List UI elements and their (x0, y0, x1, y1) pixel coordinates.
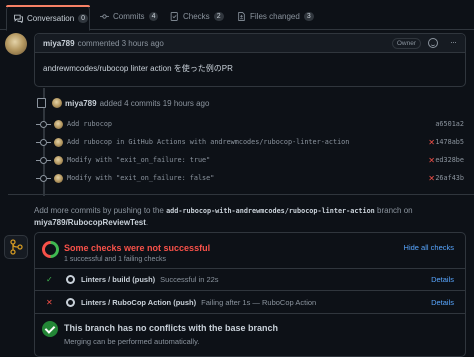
tab-conversation[interactable]: Conversation 0 (6, 5, 90, 31)
check-description: Successful in 22s (160, 275, 219, 284)
head-repo-link[interactable]: miya789/RubocopReviewTest (34, 218, 146, 227)
event-description: added 4 commits 19 hours ago (99, 98, 210, 108)
merge-conflict-subtitle: Merging can be performed automatically. (64, 337, 200, 346)
event-author-avatar[interactable] (52, 98, 62, 108)
check-failure-icon: ✕ (46, 298, 53, 307)
hide-all-checks-link[interactable]: Hide all checks (404, 243, 454, 252)
commit-sha-link[interactable]: ed328be (435, 156, 464, 164)
comment-body: andrewmcodes/rubocop linter action を使った例… (43, 64, 233, 73)
pr-tab-bar: Conversation 0 Commits 4 Checks 2 Files … (0, 0, 474, 31)
git-merge-icon (4, 235, 28, 259)
added-commits-event: miya789 added 4 commits 19 hours ago (37, 96, 209, 110)
repo-push-icon (37, 98, 46, 108)
github-actions-icon (66, 298, 75, 307)
commit-row: Modify with "exit_on_failure: true" ✕ ed… (36, 154, 466, 166)
github-actions-icon (66, 275, 75, 284)
commit-author-avatar[interactable] (54, 119, 63, 129)
git-commit-icon (36, 156, 51, 164)
check-description: Failing after 1s — RuboCop Action (201, 298, 317, 307)
tab-checks-label: Checks (183, 11, 210, 21)
git-commit-icon (36, 174, 51, 182)
comment-timestamp: commented 3 hours ago (77, 38, 164, 48)
git-commit-icon (100, 12, 109, 21)
file-diff-icon (237, 11, 246, 21)
commit-sha-link[interactable]: 1478ab5 (435, 138, 464, 146)
commit-sha-link[interactable]: 26af43b (435, 174, 464, 182)
commit-status-x-icon[interactable]: ✕ (428, 138, 435, 147)
check-circle-icon (42, 321, 58, 337)
merge-status-box: Some checks were not successful 1 succes… (34, 232, 466, 357)
tab-commits-count: 4 (148, 11, 159, 21)
tab-files-changed[interactable]: Files changed 3 (237, 5, 314, 27)
commit-message-link[interactable]: Add rubocop (67, 120, 112, 128)
add-reaction-icon[interactable] (428, 38, 438, 48)
commit-status-x-icon[interactable]: ✕ (428, 156, 435, 165)
comment-discussion-icon (14, 14, 23, 23)
commit-message-link[interactable]: Modify with "exit_on_failure: false" (67, 174, 214, 182)
check-row: ✓ Linters / build (push) Successful in 2… (35, 269, 465, 291)
tab-conversation-count: 0 (78, 13, 89, 23)
tab-conversation-label: Conversation (27, 13, 75, 23)
commit-row: Modify with "exit_on_failure: false" ✕ 2… (36, 172, 466, 184)
tab-files-changed-label: Files changed (250, 11, 300, 21)
commit-author-avatar[interactable] (54, 173, 63, 183)
check-name: Linters / RuboCop Action (push) (81, 298, 197, 307)
git-commit-icon (36, 120, 51, 128)
timeline-divider (8, 194, 474, 195)
kebab-horizontal-icon[interactable]: ··· (450, 37, 457, 47)
pr-description-comment: miya789 commented 3 hours ago Owner ··· … (34, 33, 466, 87)
push-branch-hint: Add more commits by pushing to the add-r… (34, 205, 464, 228)
checks-title: Some checks were not successful (64, 243, 211, 253)
comment-author-link[interactable]: miya789 (43, 39, 75, 48)
check-row: ✕ Linters / RuboCop Action (push) Failin… (35, 292, 465, 314)
owner-badge: Owner (391, 38, 421, 49)
checks-subtitle: 1 successful and 1 failing checks (64, 256, 166, 263)
check-details-link[interactable]: Details (431, 298, 454, 307)
tab-files-changed-count: 3 (303, 11, 314, 21)
check-success-icon: ✓ (46, 275, 53, 284)
tab-checks-count: 2 (213, 11, 224, 21)
git-commit-icon (36, 138, 51, 146)
commit-message-link[interactable]: Add rubocop in GitHub Actions with andre… (67, 138, 349, 146)
event-author-link[interactable]: miya789 (65, 99, 97, 108)
checks-summary: Some checks were not successful 1 succes… (35, 233, 465, 269)
comment-header: miya789 commented 3 hours ago Owner ··· (35, 34, 465, 53)
commit-author-avatar[interactable] (54, 137, 63, 147)
push-hint-suffix: . (145, 218, 149, 227)
head-branch-name: add-rubocop-with-andrewmcodes/rubocop-li… (166, 207, 375, 215)
checklist-icon (170, 11, 179, 21)
commit-message-link[interactable]: Modify with "exit_on_failure: true" (67, 156, 210, 164)
tab-commits-label: Commits (113, 11, 145, 21)
tab-commits[interactable]: Commits 4 (100, 5, 159, 27)
checks-status-ring-icon (42, 241, 59, 258)
commit-row: Add rubocop a6501a2 (36, 118, 466, 130)
check-name: Linters / build (push) (81, 275, 156, 284)
tab-checks[interactable]: Checks 2 (170, 5, 224, 27)
commit-row: Add rubocop in GitHub Actions with andre… (36, 136, 466, 148)
check-details-link[interactable]: Details (431, 275, 454, 284)
comment-author-avatar[interactable] (5, 33, 27, 55)
push-hint-middle: branch on (377, 206, 413, 215)
commit-sha-link[interactable]: a6501a2 (435, 120, 464, 128)
commit-author-avatar[interactable] (54, 155, 63, 165)
merge-conflict-title: This branch has no conflicts with the ba… (64, 323, 279, 333)
push-hint-prefix: Add more commits by pushing to the (34, 206, 164, 215)
commit-status-x-icon[interactable]: ✕ (428, 174, 435, 183)
